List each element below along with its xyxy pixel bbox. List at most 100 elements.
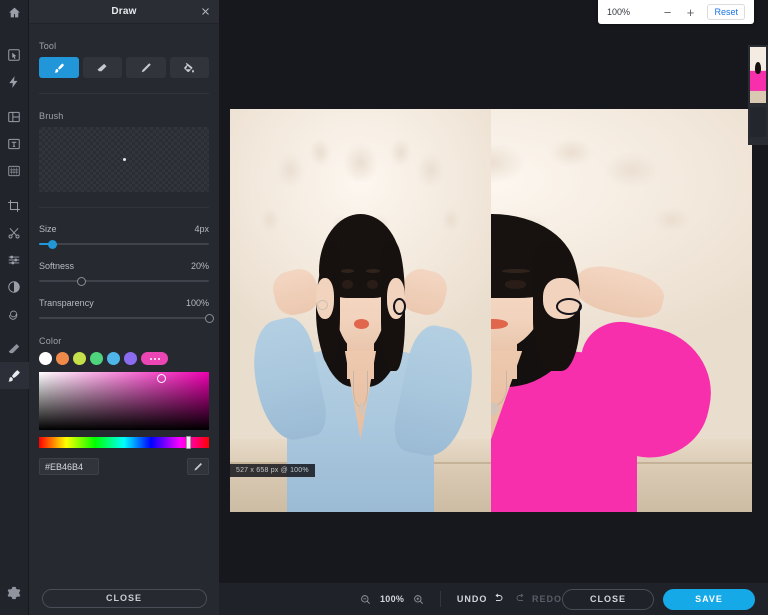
zoom-reset-button[interactable]: Reset (707, 4, 745, 20)
draw-panel-header: Draw (29, 0, 219, 24)
size-slider-label: Size (39, 224, 57, 234)
close-button[interactable]: CLOSE (562, 588, 654, 610)
canvas-edited-half (491, 109, 752, 512)
sidebar-item-ai-effects[interactable] (0, 68, 29, 95)
sidebar-item-texture[interactable] (0, 157, 29, 184)
browser-zoom-level: 100% (607, 7, 631, 17)
subject-brow-right (366, 268, 380, 273)
panel-close-button[interactable]: CLOSE (41, 588, 207, 608)
brush-section-label: Brush (39, 111, 64, 121)
canvas-size-label: 527 x 658 px @ 100% (230, 464, 315, 477)
hex-row (39, 458, 209, 475)
sidebar-item-draw[interactable] (0, 362, 29, 389)
tool-fill-button[interactable] (169, 57, 209, 78)
size-slider-knob[interactable] (48, 239, 58, 249)
swatch-green[interactable] (90, 352, 103, 365)
swatch-white[interactable] (39, 352, 52, 365)
tool-brush-button[interactable] (39, 57, 79, 78)
softness-slider-knob[interactable] (77, 276, 86, 286)
thumbnail-selected[interactable] (750, 47, 766, 103)
hue-slider[interactable] (39, 436, 209, 449)
swatch-purple[interactable] (124, 352, 137, 365)
panel-divider-2 (39, 207, 209, 208)
draw-panel-body: Tool Brush Size 4px Softness 20% Transpa… (29, 41, 219, 475)
home-icon[interactable] (0, 0, 29, 24)
swatch-blue[interactable] (107, 352, 120, 365)
brush-preview-dot (122, 158, 126, 161)
draw-panel-footer: CLOSE (29, 581, 219, 615)
softness-slider-header: Softness 20% (39, 261, 209, 271)
edited-photo (491, 109, 752, 512)
subject-brow-left (340, 268, 355, 273)
image-editor-app: Draw Tool Brush Size 4px Softness 20% Tr… (0, 0, 768, 615)
tool-section-label: Tool (39, 41, 57, 51)
color-section-label: Color (39, 336, 62, 346)
transparency-slider-knob[interactable] (204, 313, 214, 323)
subject-brow-right-edited (502, 268, 530, 273)
subject-eye-left (342, 280, 354, 289)
hex-color-input[interactable] (39, 458, 99, 475)
zoom-out-icon[interactable] (360, 594, 371, 605)
eyedropper-icon[interactable] (187, 458, 209, 475)
tool-pen-button[interactable] (126, 57, 166, 78)
panel-divider-1 (39, 93, 209, 94)
save-button[interactable]: SAVE (663, 588, 755, 610)
zoom-increase-icon[interactable]: + (683, 6, 697, 19)
transparency-slider-value: 100% (185, 298, 209, 308)
tool-eraser-button[interactable] (82, 57, 122, 78)
hue-slider-knob[interactable] (186, 436, 192, 449)
thumbnail-next[interactable] (750, 107, 766, 137)
sidebar-item-adjust[interactable] (0, 246, 29, 273)
subject-arm-right-edited (570, 260, 668, 325)
undo-button[interactable]: UNDO (457, 592, 505, 606)
photo-subject (230, 109, 491, 512)
transparency-slider[interactable] (39, 313, 214, 323)
undo-label: UNDO (456, 594, 488, 604)
size-slider-header: Size 4px (39, 224, 209, 234)
redo-label: REDO (531, 594, 562, 604)
draw-panel: Draw Tool Brush Size 4px Softness 20% Tr… (29, 0, 219, 615)
size-slider-value: 4px (194, 224, 209, 234)
subject-eye-right (367, 280, 379, 289)
zoom-controls: 100% (360, 594, 424, 605)
subject-eye-right-edited (504, 280, 527, 289)
sidebar-item-contrast[interactable] (0, 273, 29, 300)
canvas-stage: 527 x 658 px @ 100% 100% UNDO REDO CLOSE… (219, 0, 768, 615)
bottom-toolbar: 100% UNDO REDO CLOSE SAVE (219, 582, 768, 615)
sidebar-item-layout[interactable] (0, 103, 29, 130)
softness-slider[interactable] (39, 276, 209, 286)
sidebar-item-crop[interactable] (0, 192, 29, 219)
transparency-slider-label: Transparency (39, 298, 94, 308)
sidebar-item-retouch[interactable] (0, 300, 29, 327)
thumbnail-filmstrip (748, 45, 768, 145)
size-slider[interactable] (39, 239, 209, 249)
redo-arrow-icon (515, 592, 527, 606)
page-title: Draw (111, 6, 137, 17)
transparency-slider-header: Transparency 100% (39, 298, 209, 308)
color-picker-cursor[interactable] (156, 374, 166, 384)
subject-hand-left (316, 278, 335, 319)
subject-lips (354, 319, 369, 330)
photo-subject-edited (491, 109, 752, 512)
redo-button[interactable]: REDO (515, 592, 562, 606)
original-photo (230, 109, 491, 512)
saturation-value-picker[interactable] (39, 372, 209, 430)
sidebar-item-cutout[interactable] (0, 219, 29, 246)
close-icon[interactable] (198, 5, 212, 19)
toolbar-actions: CLOSE SAVE (562, 588, 755, 610)
image-canvas[interactable] (230, 109, 752, 512)
gear-icon[interactable] (0, 579, 29, 606)
swatch-orange[interactable] (56, 352, 69, 365)
more-colors-button[interactable] (141, 352, 168, 365)
toolbar-divider-1 (440, 591, 441, 607)
sidebar-item-eraser[interactable] (0, 335, 29, 362)
zoom-level-label: 100% (380, 594, 405, 604)
tool-button-row (39, 57, 209, 78)
sidebar-item-text[interactable] (0, 130, 29, 157)
zoom-in-icon[interactable] (413, 594, 424, 605)
sidebar-item-select[interactable] (0, 41, 29, 68)
undo-arrow-icon (492, 592, 504, 606)
zoom-decrease-icon[interactable]: − (660, 6, 674, 19)
swatch-lime[interactable] (73, 352, 86, 365)
color-swatch-row (39, 352, 209, 365)
